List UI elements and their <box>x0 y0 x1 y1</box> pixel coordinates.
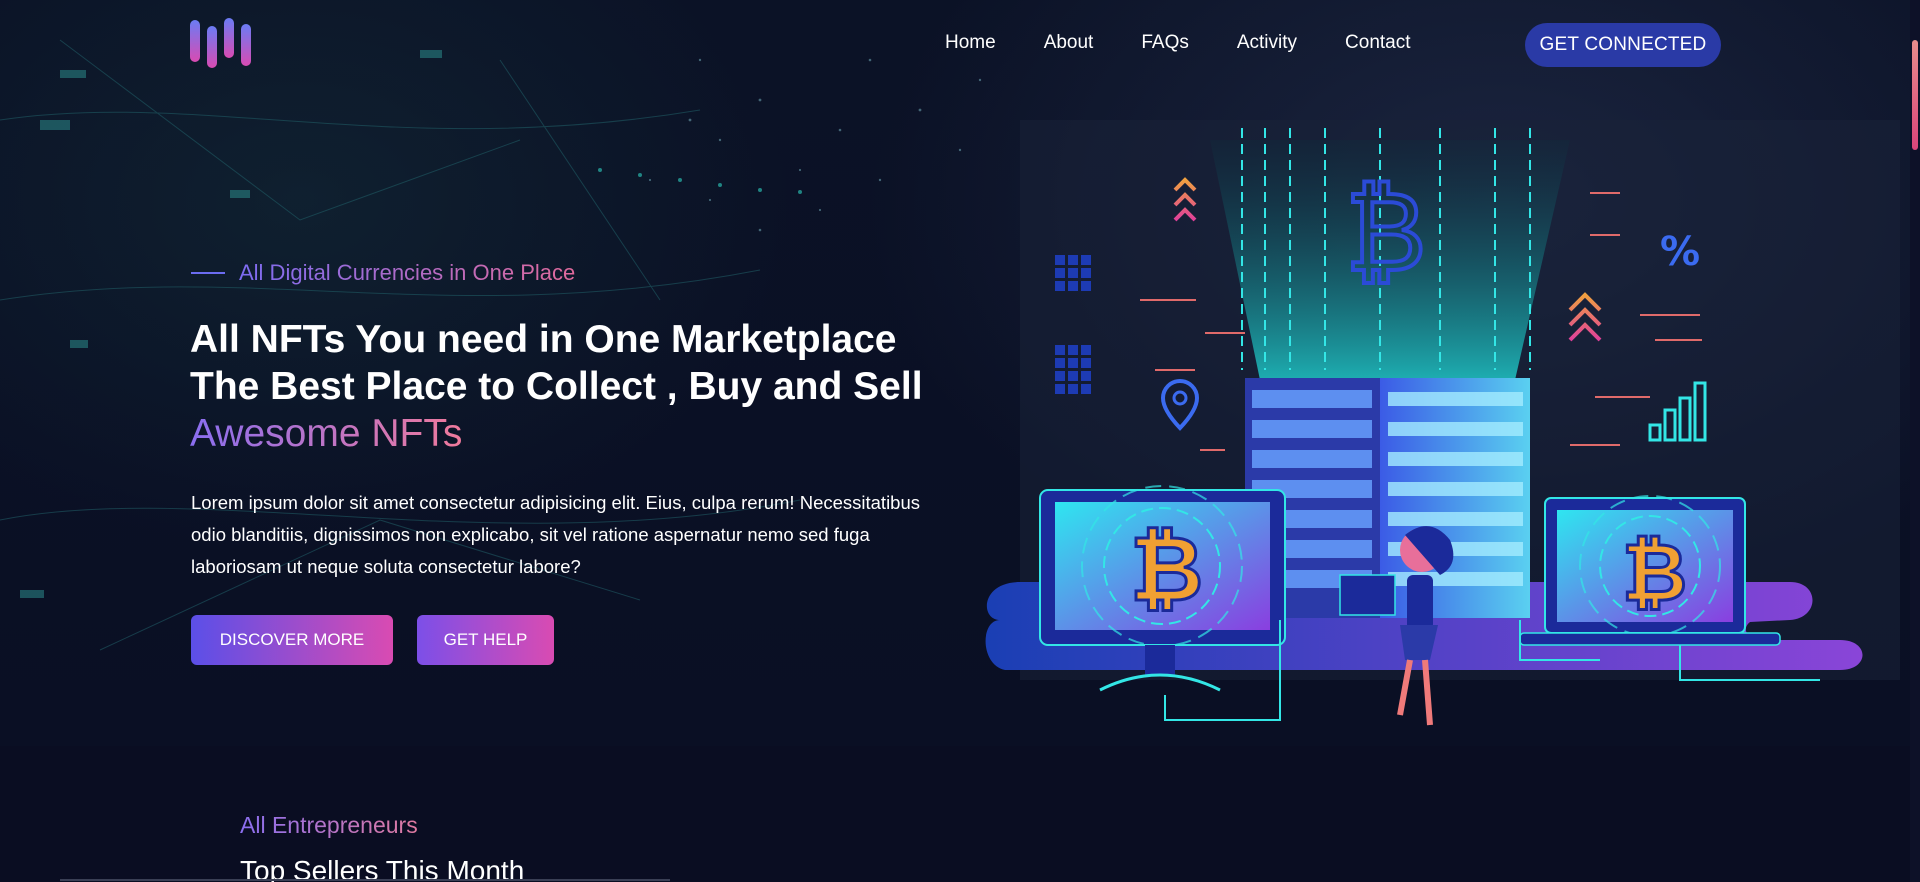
nav-activity[interactable]: Activity <box>1237 32 1297 54</box>
nav-faqs[interactable]: FAQs <box>1141 32 1189 54</box>
hero-description: Lorem ipsum dolor sit amet consectetur a… <box>191 492 921 577</box>
crypto-illustration: ₿ ₿ ₿ % <box>985 120 1900 726</box>
section-divider <box>60 879 670 881</box>
section-title: Top Sellers This Month <box>240 855 525 882</box>
nav-contact[interactable]: Contact <box>1345 32 1410 54</box>
bitcoin-icon-laptop: ₿ <box>1622 526 1687 619</box>
main-nav: Home About FAQs Activity Contact <box>945 32 1459 54</box>
page-scrollbar[interactable] <box>1910 0 1920 882</box>
get-help-button[interactable]: GET HELP <box>417 615 554 665</box>
brand-logo[interactable] <box>190 18 254 68</box>
bitcoin-icon: ₿ <box>1130 517 1203 622</box>
headline-main: All NFTs You need in One Marketplace The… <box>190 318 923 408</box>
percent-icon: % <box>1660 229 1700 275</box>
nav-about[interactable]: About <box>1044 32 1094 54</box>
section-subtitle: All Entrepreneurs <box>240 812 418 838</box>
headline-accent: Awesome NFTs <box>190 412 463 455</box>
nav-home[interactable]: Home <box>945 32 996 54</box>
scrollbar-thumb[interactable] <box>1912 40 1918 150</box>
hero-headline: All NFTs You need in One Marketplace The… <box>190 316 950 457</box>
right-laptop: ₿ <box>1519 495 1781 646</box>
hero-tagline: All Digital Currencies in One Place <box>191 260 575 286</box>
tagline-divider <box>191 272 225 274</box>
get-connected-button[interactable]: GET CONNECTED <box>1525 23 1721 67</box>
discover-more-button[interactable]: DISCOVER MORE <box>191 615 393 665</box>
bitcoin-outline-icon: ₿ <box>1345 168 1426 296</box>
hero-section: Home About FAQs Activity Contact GET CON… <box>0 0 1920 746</box>
tagline-text: All Digital Currencies in One Place <box>239 260 576 285</box>
